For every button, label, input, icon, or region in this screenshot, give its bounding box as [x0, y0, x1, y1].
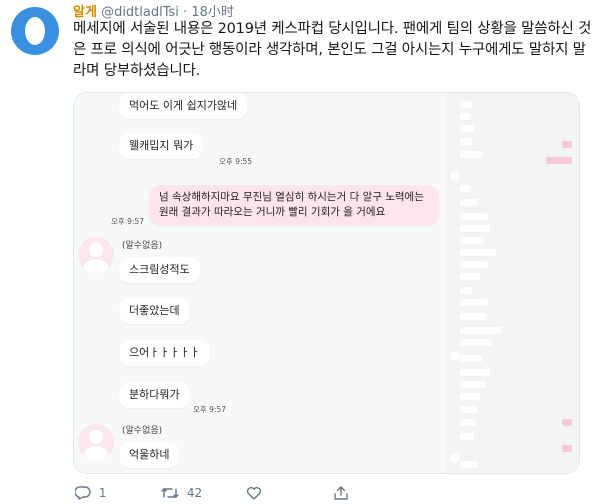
- chat-message-mine: 넘 속상해하지마요 무진님 열심히 하시는거 다 알구 노력에는 원래 결과가 …: [149, 185, 439, 225]
- sender-name: (알수없음): [122, 241, 163, 251]
- retweet-button[interactable]: 42: [161, 485, 202, 500]
- thumb-avatar: [450, 453, 460, 463]
- thumb-line: [562, 445, 572, 452]
- thumb-line: [460, 249, 496, 256]
- chat-message: 더좋았는데: [119, 298, 190, 324]
- chat-message: 스크림성적도: [119, 257, 200, 283]
- thumb-line: [562, 141, 572, 148]
- reply-button[interactable]: 1: [74, 485, 107, 500]
- thumb-line: [460, 101, 472, 108]
- share-icon: [334, 485, 348, 500]
- chat-message: 먹어도 이게 쉽지가않네: [119, 93, 248, 119]
- thumb-line: [460, 381, 486, 388]
- reply-icon: [74, 485, 91, 500]
- user-handle[interactable]: @didtladlTsi: [101, 5, 179, 20]
- separator: ·: [183, 5, 188, 20]
- thumb-line: [460, 339, 492, 346]
- thumb-line: [460, 261, 488, 268]
- thumb-line: [460, 419, 476, 426]
- participant-avatar: [78, 424, 114, 460]
- chat-timestamp: 오후 9:57: [193, 405, 227, 414]
- thumb-line: [460, 113, 470, 120]
- thumb-line: [460, 433, 474, 440]
- thumb-line: [546, 157, 572, 164]
- thumb-line: [460, 287, 472, 294]
- thumb-line: [460, 369, 490, 376]
- thumb-line: [460, 299, 488, 306]
- thumb-line: [460, 213, 488, 220]
- chat-thumbnail: [446, 93, 579, 473]
- thumb-line: [460, 185, 470, 192]
- thumb-line: [460, 138, 472, 145]
- thumb-line: [460, 225, 490, 232]
- share-button[interactable]: [333, 485, 349, 500]
- chat-timestamp: 오후 9:55: [219, 157, 253, 166]
- thumb-line: [460, 151, 482, 158]
- like-button[interactable]: [246, 485, 262, 500]
- tweet-text: 메세지에 서술된 내용은 2019년 케스파컵 당시입니다. 팬에게 팀의 상황…: [73, 21, 592, 79]
- thumb-avatar: [450, 171, 460, 181]
- heart-icon: [246, 486, 262, 500]
- thumb-line: [460, 355, 482, 362]
- retweet-count: 42: [186, 485, 203, 500]
- thumb-avatar: [450, 351, 460, 361]
- thumb-line: [562, 419, 572, 426]
- tweet-header: 알게 @didtladlTsi · 18小时: [73, 1, 234, 20]
- thumb-line: [460, 327, 502, 334]
- thumb-line: [460, 125, 474, 132]
- thumb-line: [460, 273, 480, 280]
- retweet-icon: [161, 487, 179, 498]
- thumb-line: [460, 393, 480, 400]
- thumb-line: [460, 406, 478, 413]
- participant-avatar: [78, 237, 114, 273]
- tweet-time[interactable]: 18小时: [191, 5, 234, 20]
- user-avatar[interactable]: [11, 7, 59, 55]
- chat-message: 억울하네: [119, 442, 180, 468]
- thumb-line: [460, 237, 484, 244]
- chat-message: 으어ㅏㅏㅏㅏㅏ: [119, 340, 210, 366]
- thumb-line: [460, 199, 478, 206]
- chat-screenshot: 먹어도 이게 쉽지가않네 웰캐밉지 뭐가 오후 9:55 넘 속상해하지마요 무…: [74, 93, 446, 473]
- display-name[interactable]: 알게: [73, 5, 97, 20]
- tweet-media[interactable]: 먹어도 이게 쉽지가않네 웰캐밉지 뭐가 오후 9:55 넘 속상해하지마요 무…: [73, 92, 580, 474]
- chat-message: 분하다뭐가: [119, 382, 190, 408]
- thumb-line: [460, 313, 486, 320]
- chat-timestamp: 오후 9:57: [111, 217, 145, 226]
- thumb-line: [460, 461, 478, 468]
- chat-message: 웰캐밉지 뭐가: [119, 133, 204, 159]
- sender-name: (알수없음): [122, 426, 163, 436]
- reply-count: 1: [98, 485, 107, 500]
